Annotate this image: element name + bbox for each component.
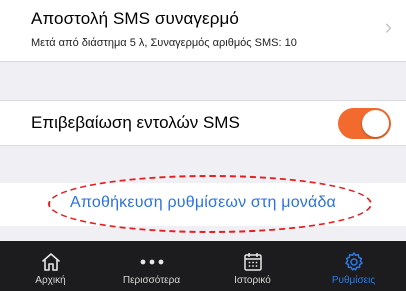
confirm-sms-toggle[interactable] bbox=[338, 108, 391, 139]
highlight-ellipse bbox=[48, 175, 372, 233]
home-icon bbox=[0, 251, 101, 273]
tab-bar: Αρχική Περισσότερα Ιστορικό Ρυθμίσεις bbox=[0, 241, 406, 291]
tab-more-label: Περισσότερα bbox=[122, 275, 181, 286]
confirm-sms-label: Επιβεβαίωση εντολών SMS bbox=[31, 113, 240, 132]
toggle-knob bbox=[362, 110, 389, 137]
tab-home[interactable]: Αρχική bbox=[0, 241, 101, 291]
tab-more[interactable]: Περισσότερα bbox=[101, 241, 202, 291]
gear-icon bbox=[303, 251, 404, 273]
chevron-right-icon: › bbox=[384, 14, 392, 39]
alarm-sms-subtitle: Μετά από διάστημα 5 λ, Συναγερμός αριθμό… bbox=[31, 37, 297, 49]
tab-settings-label: Ρυθμίσεις bbox=[331, 275, 376, 286]
tab-home-label: Αρχική bbox=[35, 275, 66, 286]
more-dots-icon bbox=[101, 251, 202, 273]
calendar-icon bbox=[202, 251, 303, 273]
tab-settings[interactable]: Ρυθμίσεις bbox=[303, 241, 404, 291]
tab-history[interactable]: Ιστορικό bbox=[202, 241, 303, 291]
confirm-sms-row: Επιβεβαίωση εντολών SMS bbox=[0, 100, 406, 146]
alarm-sms-row[interactable]: Αποστολή SMS συναγερμό Μετά από διάστημα… bbox=[0, 0, 406, 62]
alarm-sms-title: Αποστολή SMS συναγερμό bbox=[31, 9, 239, 28]
tab-history-label: Ιστορικό bbox=[234, 275, 271, 286]
